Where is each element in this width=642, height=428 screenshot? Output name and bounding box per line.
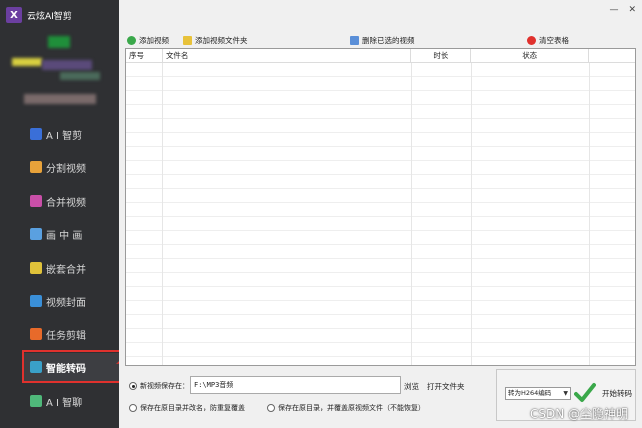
delete-list-icon	[350, 35, 359, 45]
add-folder-label: 添加视频文件夹	[195, 35, 248, 45]
column-header-spacer	[589, 49, 635, 63]
user-info-blur	[24, 94, 96, 104]
encode-selected-value: 转为H264编码	[508, 389, 552, 397]
radio-rename[interactable]	[129, 404, 137, 412]
option-overwrite[interactable]: 保存在原目录，并覆盖原视频文件（不能恢复）	[267, 403, 425, 413]
main-panel: — ✕ 添加视频 添加视频文件夹 删除已选的视频 清空表格 序号 文件名 时长	[119, 0, 642, 428]
chat-icon	[30, 395, 42, 407]
option-overwrite-label: 保存在原目录，并覆盖原视频文件（不能恢复）	[278, 404, 425, 412]
clear-table-label: 清空表格	[539, 35, 569, 45]
sidebar-item-video-cover[interactable]: 视频封面	[22, 287, 122, 315]
sidebar-item-picture-in-picture[interactable]: 画 中 画	[22, 220, 122, 248]
sidebar-item-label: 分割视频	[46, 163, 86, 175]
sidebar: X 云炫AI智剪 A I 智剪 分割视频 合并视频 画 中 画 嵌套合并 视频封…	[0, 0, 122, 428]
sidebar-item-label: 画 中 画	[46, 230, 83, 242]
minimize-button[interactable]: —	[609, 5, 618, 15]
sidebar-item-label: 嵌套合并	[46, 264, 86, 276]
column-header-index[interactable]: 序号	[126, 49, 163, 63]
toolbar: 添加视频 添加视频文件夹 删除已选的视频 清空表格	[125, 33, 637, 47]
delete-selected-button[interactable]: 删除已选的视频	[350, 35, 415, 46]
column-divider	[471, 49, 472, 365]
option-rename[interactable]: 保存在原目录并改名，防重复覆盖	[129, 403, 245, 413]
watermark: CSDN @尘隐神明	[529, 407, 628, 421]
sidebar-item-label: 视频封面	[46, 297, 86, 309]
radio-overwrite[interactable]	[267, 404, 275, 412]
app-logo-icon: X	[6, 7, 22, 23]
sidebar-item-nest-merge[interactable]: 嵌套合并	[22, 254, 122, 282]
encode-select[interactable]: 转为H264编码 ▼	[505, 387, 571, 400]
column-header-status[interactable]: 状态	[471, 49, 590, 63]
table-body	[126, 63, 635, 365]
start-transcode-label: 开始转码	[602, 388, 632, 398]
user-info-blur	[42, 60, 92, 70]
sidebar-item-label: 任务剪辑	[46, 330, 86, 342]
window-controls: — ✕	[609, 5, 636, 15]
sidebar-item-ai-chat[interactable]: A I 智聊	[22, 387, 122, 415]
column-header-filename[interactable]: 文件名	[163, 49, 412, 63]
start-transcode-button[interactable]: 开始转码	[574, 382, 632, 404]
sidebar-item-label: A I 智剪	[46, 130, 83, 142]
new-save-label: 新视频保存在：	[140, 382, 189, 390]
option-rename-label: 保存在原目录并改名，防重复覆盖	[140, 404, 245, 412]
column-header-duration[interactable]: 时长	[411, 49, 472, 63]
option-new-location[interactable]: 新视频保存在：	[129, 381, 189, 391]
app-header: X 云炫AI智剪	[0, 0, 119, 30]
chevron-down-icon: ▼	[563, 390, 568, 397]
clear-table-button[interactable]: 清空表格	[527, 35, 569, 46]
table-header: 序号 文件名 时长 状态	[126, 49, 635, 63]
split-video-icon	[30, 161, 42, 173]
nest-merge-icon	[30, 262, 42, 274]
sidebar-item-label: 合并视频	[46, 197, 86, 209]
add-icon	[127, 35, 136, 45]
sidebar-item-merge-video[interactable]: 合并视频	[22, 187, 122, 215]
user-info-blur	[60, 72, 100, 80]
checkmark-icon	[574, 383, 596, 402]
open-folder-button[interactable]: 打开文件夹	[427, 381, 465, 392]
cover-icon	[30, 295, 42, 307]
merge-video-icon	[30, 195, 42, 207]
highlight-box	[22, 350, 121, 383]
sidebar-item-task-edit[interactable]: 任务剪辑	[22, 320, 122, 348]
task-edit-icon	[30, 328, 42, 340]
folder-icon	[183, 35, 192, 45]
scissors-icon	[30, 128, 42, 140]
output-path-input[interactable]: F:\MP3音频	[190, 376, 401, 394]
browse-button[interactable]: 浏览	[404, 381, 419, 392]
picture-in-picture-icon	[30, 228, 42, 240]
close-button[interactable]: ✕	[628, 5, 636, 15]
app-title: 云炫AI智剪	[27, 11, 72, 22]
sidebar-item-label: A I 智聊	[46, 397, 83, 409]
clear-icon	[527, 35, 536, 45]
column-divider	[411, 49, 412, 365]
radio-new-location[interactable]	[129, 382, 137, 390]
user-info-blur	[12, 58, 42, 66]
avatar	[48, 36, 70, 48]
sidebar-item-ai-clip[interactable]: A I 智剪	[22, 120, 122, 148]
video-table[interactable]: 序号 文件名 时长 状态	[125, 48, 636, 366]
sidebar-item-split-video[interactable]: 分割视频	[22, 153, 122, 181]
add-video-button[interactable]: 添加视频	[127, 35, 169, 46]
column-divider	[162, 49, 163, 365]
column-divider	[589, 49, 590, 365]
add-video-label: 添加视频	[139, 35, 169, 45]
delete-selected-label: 删除已选的视频	[362, 35, 415, 45]
add-folder-button[interactable]: 添加视频文件夹	[183, 35, 248, 46]
